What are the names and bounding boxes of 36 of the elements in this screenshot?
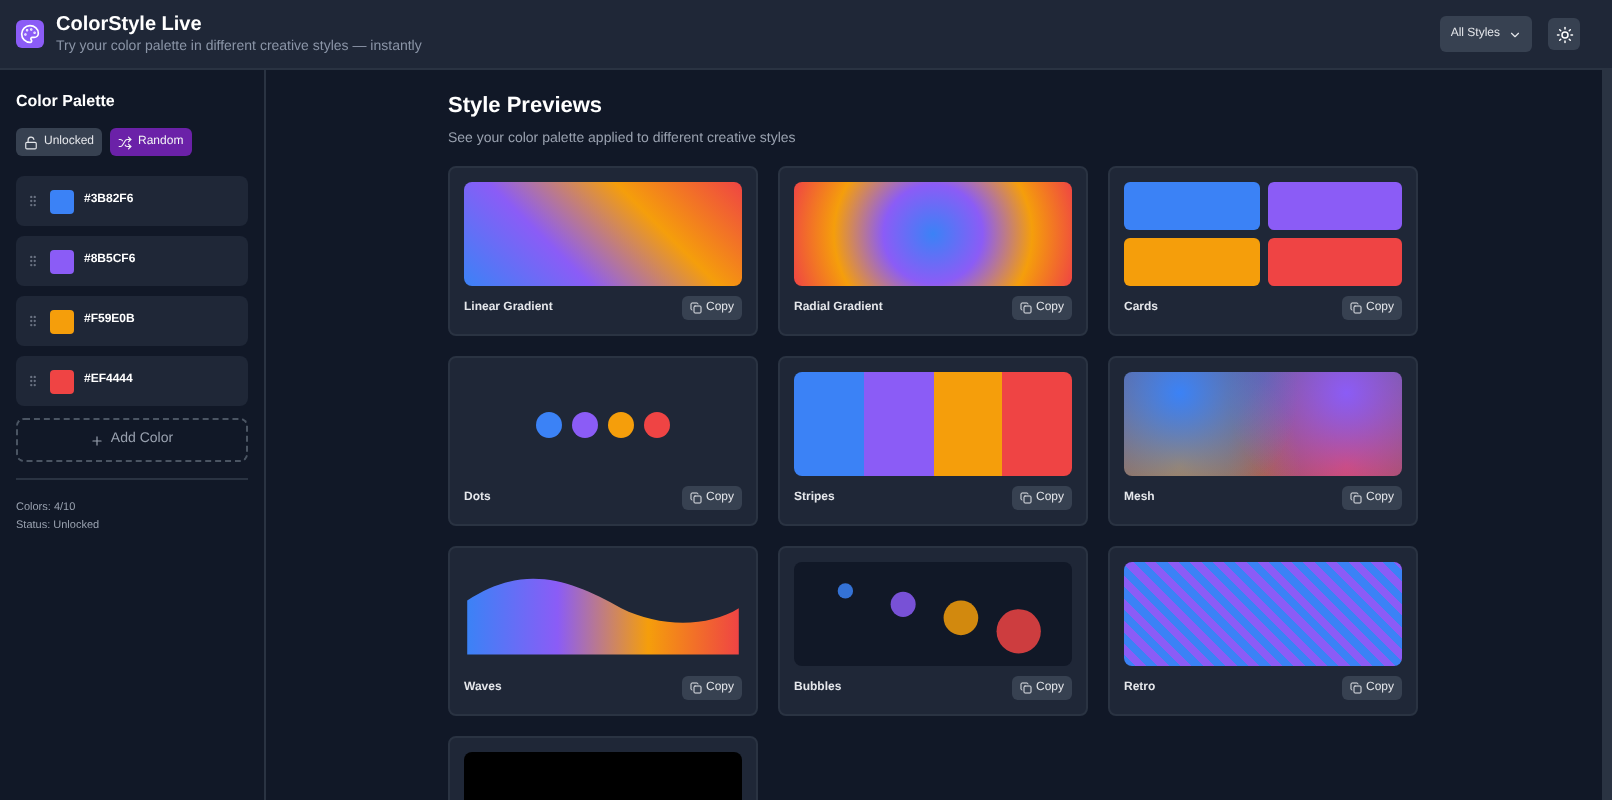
palette-title: Color Palette bbox=[16, 90, 117, 114]
color-card bbox=[1267, 238, 1402, 286]
color-stripe bbox=[794, 372, 864, 476]
drag-handle-icon[interactable] bbox=[26, 254, 40, 268]
copy-icon bbox=[1349, 302, 1362, 314]
copy-icon bbox=[1019, 492, 1032, 504]
color-swatch[interactable] bbox=[50, 249, 74, 273]
color-swatch[interactable] bbox=[50, 189, 74, 213]
copy-icon bbox=[1019, 302, 1032, 314]
color-card bbox=[1124, 238, 1259, 286]
copy-icon bbox=[689, 302, 702, 314]
color-card bbox=[1267, 182, 1402, 230]
drag-handle-icon[interactable] bbox=[26, 374, 40, 388]
shuffle-icon bbox=[118, 135, 133, 149]
color-stripe bbox=[1002, 372, 1072, 476]
copy-icon bbox=[1349, 492, 1362, 504]
theme-toggle-button[interactable] bbox=[1548, 18, 1580, 50]
palette-icon bbox=[16, 20, 44, 48]
unlock-icon bbox=[24, 135, 38, 149]
copy-icon bbox=[1019, 682, 1032, 694]
color-stripe bbox=[933, 372, 1003, 476]
section-title: Style Previews bbox=[448, 92, 605, 122]
chevron-icon bbox=[1508, 27, 1522, 41]
sun-icon bbox=[1555, 25, 1573, 43]
scrollbar[interactable] bbox=[1602, 70, 1612, 800]
color-swatch[interactable] bbox=[50, 309, 74, 333]
copy-icon bbox=[689, 492, 702, 504]
drag-handle-icon[interactable] bbox=[26, 194, 40, 208]
app-title: ColorStyle Live bbox=[56, 13, 204, 37]
plus-icon bbox=[90, 433, 105, 447]
color-stripe bbox=[863, 372, 933, 476]
copy-icon bbox=[689, 682, 702, 694]
drag-handle-icon[interactable] bbox=[26, 314, 40, 328]
color-swatch[interactable] bbox=[50, 369, 74, 393]
color-card bbox=[1124, 182, 1259, 230]
copy-icon bbox=[1349, 682, 1362, 694]
